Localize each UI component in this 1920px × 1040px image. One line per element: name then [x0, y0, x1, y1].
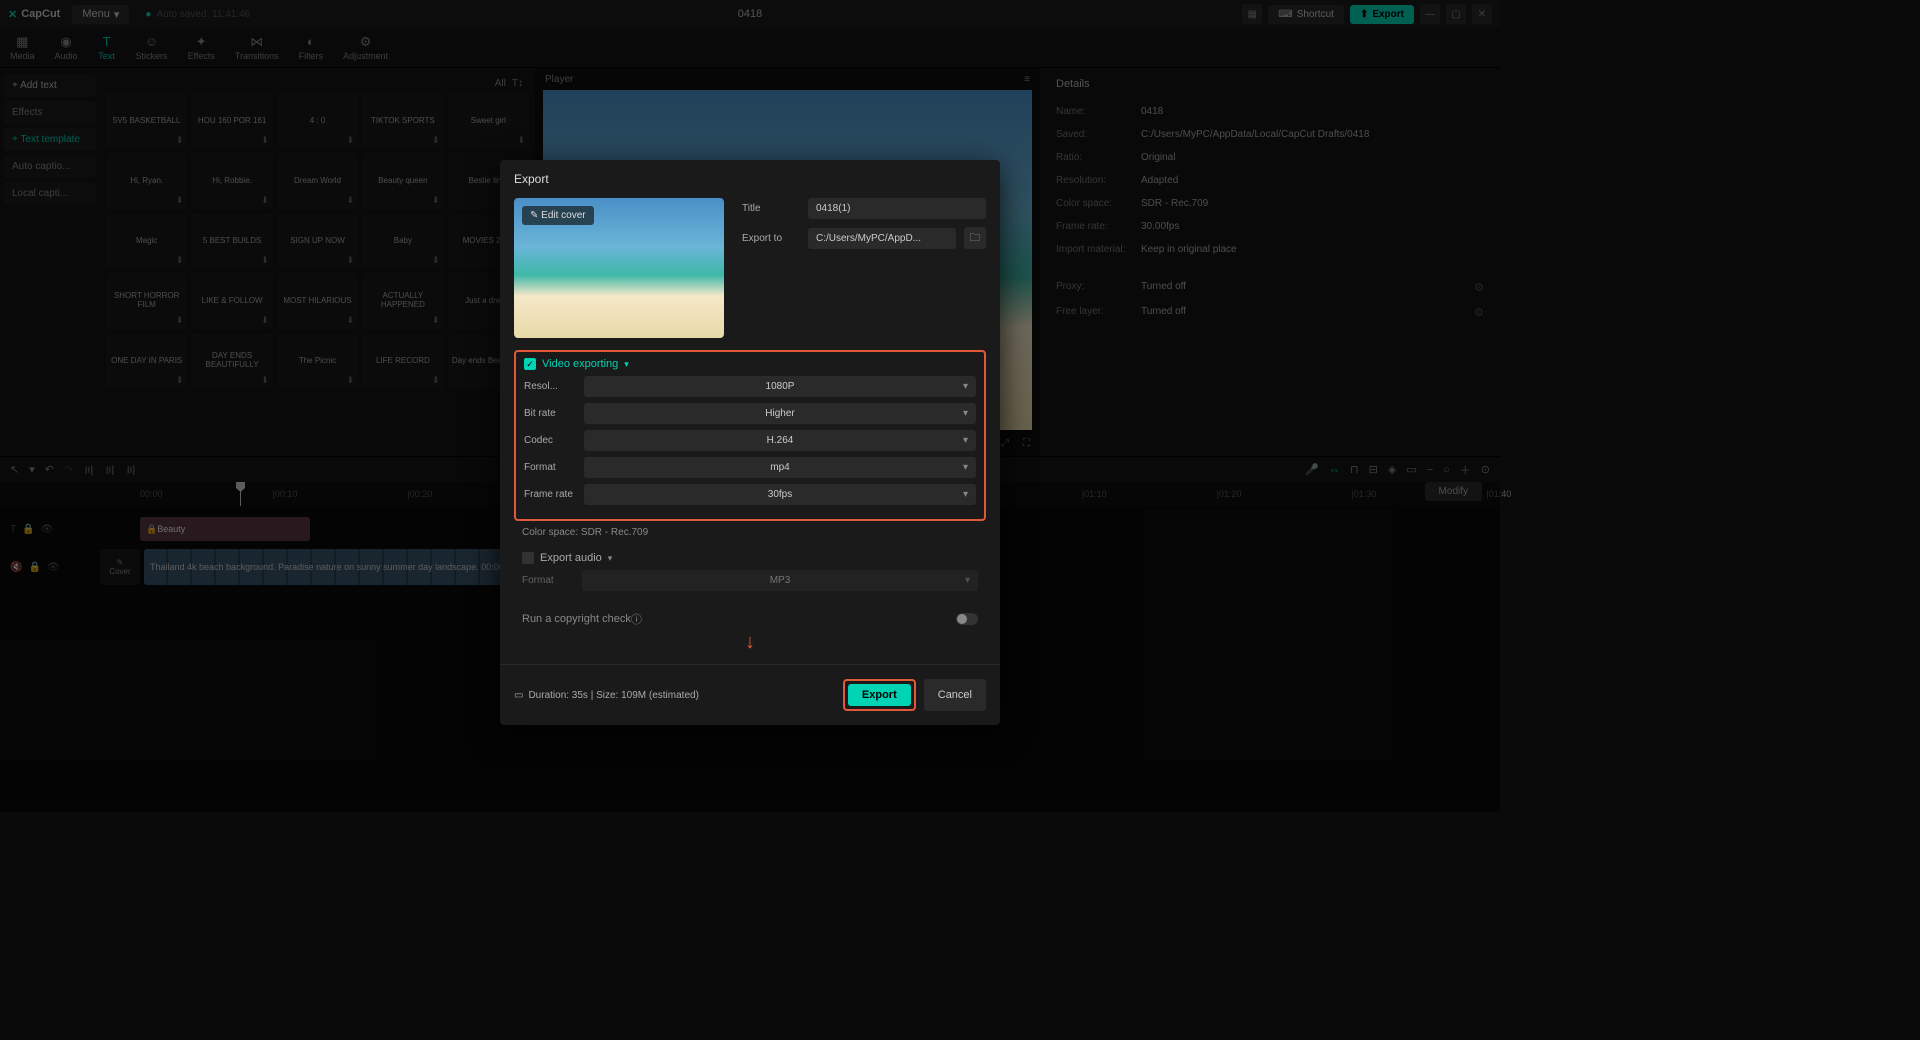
- codec-select[interactable]: H.264: [584, 430, 976, 451]
- cancel-button[interactable]: Cancel: [924, 679, 986, 711]
- export-to-label: Export to: [742, 233, 800, 244]
- copyright-toggle[interactable]: [956, 613, 978, 625]
- resolution-select[interactable]: 1080P: [584, 376, 976, 397]
- codec-label: Codec: [524, 435, 584, 446]
- format-label: Format: [524, 462, 584, 473]
- export-dialog: Export ✎ Edit cover Title Export to 🗀 ✓ …: [500, 160, 1000, 725]
- edit-cover-button[interactable]: ✎ Edit cover: [522, 206, 594, 225]
- copyright-label: Run a copyright check: [522, 613, 631, 625]
- bitrate-select[interactable]: Higher: [584, 403, 976, 424]
- format-select[interactable]: mp4: [584, 457, 976, 478]
- bitrate-label: Bit rate: [524, 408, 584, 419]
- audio-format-select: MP3: [582, 570, 978, 591]
- framerate-select[interactable]: 30fps: [584, 484, 976, 505]
- browse-folder-icon[interactable]: 🗀: [964, 227, 986, 249]
- title-label: Title: [742, 203, 800, 214]
- audio-export-checkbox[interactable]: [522, 552, 534, 564]
- resolution-label: Resol...: [524, 381, 584, 392]
- audio-format-label: Format: [522, 575, 582, 586]
- annotation-arrow-icon: ↓: [500, 631, 1000, 654]
- video-export-label: Video exporting: [542, 358, 618, 370]
- export-confirm-button[interactable]: Export: [848, 684, 911, 706]
- export-path-input[interactable]: [808, 228, 956, 249]
- video-export-section: ✓ Video exporting ▾ Resol...1080P Bit ra…: [514, 350, 986, 521]
- framerate-label: Frame rate: [524, 489, 584, 500]
- title-input[interactable]: [808, 198, 986, 219]
- dialog-title: Export: [500, 160, 1000, 198]
- duration-info: ▭ Duration: 35s | Size: 109M (estimated): [514, 690, 699, 701]
- video-export-checkbox[interactable]: ✓: [524, 358, 536, 370]
- color-space-info: Color space: SDR - Rec.709: [500, 521, 1000, 538]
- audio-export-label: Export audio: [540, 552, 602, 564]
- cover-preview: ✎ Edit cover: [514, 198, 724, 338]
- export-highlight: Export: [843, 679, 916, 711]
